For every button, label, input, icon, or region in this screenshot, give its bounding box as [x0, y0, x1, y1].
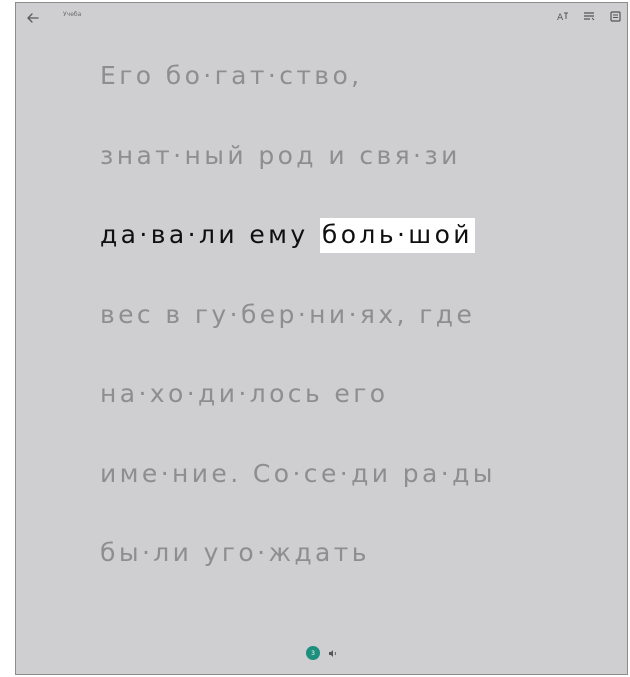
voice-icon — [328, 649, 336, 657]
document-title: Учеба — [63, 11, 82, 18]
text-options-icon: A — [557, 12, 568, 21]
page-navigation: 3 — [16, 646, 627, 660]
toolbar-actions: A — [557, 10, 621, 22]
back-button[interactable] — [22, 7, 44, 29]
text-line: знат·ный род и свя·зи — [100, 140, 461, 170]
book-icon — [609, 10, 621, 22]
svg-text:A: A — [557, 13, 564, 21]
toolbar: Учеба A — [16, 3, 627, 37]
page-indicator[interactable]: 3 — [306, 646, 320, 660]
back-arrow-icon — [27, 13, 39, 23]
highlighted-word: боль·шой — [319, 218, 475, 253]
reading-preferences-icon — [584, 12, 595, 21]
text-options-button[interactable]: A — [557, 10, 569, 22]
text-line: на·хо·ди·лось его — [100, 379, 389, 408]
text-line: бы·ли уго·ждать — [100, 538, 370, 567]
text-line: Его бо·гат·ство, — [100, 61, 363, 90]
reading-preferences-button[interactable] — [583, 10, 595, 22]
reading-area: Его бо·гат·ство, знат·ный род и свя·зи д… — [100, 48, 610, 605]
voice-button[interactable] — [327, 648, 337, 658]
text-line: име·ние. Со·се·ди ра·ды — [100, 458, 496, 488]
text-line: вес в гу·бер·ни·ях, где — [100, 299, 476, 329]
current-text-line: да·ва·ли ему боль·шой — [100, 207, 610, 287]
book-button[interactable] — [609, 10, 621, 22]
reader-window: Учеба A Его бо·гат·ство, знат·ный род и … — [15, 2, 628, 675]
current-line-text: да·ва·ли ему — [100, 220, 320, 249]
